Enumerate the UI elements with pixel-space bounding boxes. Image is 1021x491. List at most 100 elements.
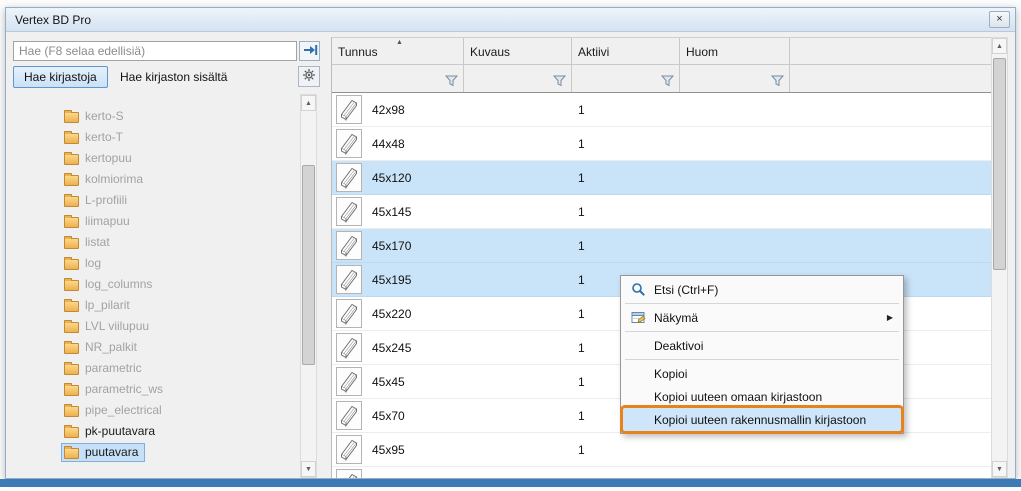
tree-item[interactable]: log xyxy=(13,253,300,274)
tree-item-content: kertopuu xyxy=(61,149,139,168)
filter-cell[interactable] xyxy=(680,65,790,92)
settings-button[interactable] xyxy=(298,66,320,87)
table-row[interactable]: 45x1201 xyxy=(332,161,991,195)
tree-item[interactable]: liimapuu xyxy=(13,211,300,232)
column-header-aktiivi[interactable]: Aktiivi xyxy=(572,38,680,64)
table-row[interactable]: 45x145 1 xyxy=(332,195,991,229)
table-row[interactable] xyxy=(332,467,991,478)
cell-tunnus: 45x95 xyxy=(362,443,462,457)
filter-funnel-icon[interactable] xyxy=(553,75,566,87)
scrollbar-thumb[interactable] xyxy=(993,58,1006,270)
table-scrollbar[interactable]: ▲ ▼ xyxy=(991,37,1008,478)
cell-tunnus: 45x170 xyxy=(362,239,462,253)
filter-cell[interactable] xyxy=(572,65,680,92)
tree-item[interactable]: parametric_ws xyxy=(13,379,300,400)
plank-icon xyxy=(336,231,362,260)
filter-funnel-icon[interactable] xyxy=(661,75,674,87)
tree-item-content: log xyxy=(61,254,108,273)
tree-item-label: kerto-T xyxy=(85,130,123,144)
tree-item[interactable]: parametric xyxy=(13,358,300,379)
menu-item[interactable]: Deaktivoi xyxy=(623,334,901,357)
folder-icon xyxy=(64,112,79,123)
scroll-up-icon[interactable]: ▲ xyxy=(301,95,316,111)
filter-cell[interactable] xyxy=(464,65,572,92)
vertex-dialog-window: Vertex BD Pro × Hae kirjastoja Hae kirja… xyxy=(5,7,1016,479)
tree-item[interactable]: pipe_electrical xyxy=(13,400,300,421)
tree-item-content: pipe_electrical xyxy=(61,401,169,420)
search-go-button[interactable] xyxy=(299,41,320,61)
tree-item-label: lp_pilarit xyxy=(85,298,130,312)
table-row[interactable]: 45x1701 xyxy=(332,229,991,263)
cell-aktiivi: 1 xyxy=(570,103,678,117)
scrollbar-thumb[interactable] xyxy=(302,165,315,365)
menu-item[interactable]: Kopioi uuteen rakennusmallin kirjastoon xyxy=(623,408,901,431)
close-button[interactable]: × xyxy=(989,11,1010,28)
tree-item[interactable]: log_columns xyxy=(13,274,300,295)
cell-tunnus: 45x145 xyxy=(362,205,462,219)
column-header-kuvaus[interactable]: Kuvaus xyxy=(464,38,572,64)
background-window-edge xyxy=(0,479,1021,487)
filter-cell[interactable] xyxy=(332,65,464,92)
tree-item[interactable]: kerto-S xyxy=(13,106,300,127)
menu-item[interactable]: Kopioi xyxy=(623,362,901,385)
search-input[interactable] xyxy=(13,41,297,61)
tree-item[interactable]: kerto-T xyxy=(13,127,300,148)
menu-item[interactable]: Näkymä▶ xyxy=(623,306,901,329)
tree-item[interactable]: NR_palkit xyxy=(13,337,300,358)
folder-icon xyxy=(64,154,79,165)
cell-aktiivi: 1 xyxy=(570,205,678,219)
tree-item-content: liimapuu xyxy=(61,212,137,231)
scroll-down-icon[interactable]: ▼ xyxy=(992,461,1007,477)
tree-item-label: liimapuu xyxy=(85,214,130,228)
tree-item[interactable]: LVL viilupuu xyxy=(13,316,300,337)
tree-item-content: pk-puutavara xyxy=(61,422,162,441)
cell-aktiivi: 1 xyxy=(570,443,678,457)
tree-item-label: puutavara xyxy=(85,445,138,459)
table-row[interactable]: 42x981 xyxy=(332,93,991,127)
tree-item-content: puutavara xyxy=(61,443,145,462)
tree-item[interactable]: listat xyxy=(13,232,300,253)
column-header-huom[interactable]: Huom xyxy=(680,38,790,64)
tree-item-content: kolmiorima xyxy=(61,170,150,189)
desktop: Vertex BD Pro × Hae kirjastoja Hae kirja… xyxy=(0,0,1021,491)
tree-item-label: pk-puutavara xyxy=(85,424,155,438)
tab-hae-kirjaston-sisalta[interactable]: Hae kirjaston sisältä xyxy=(114,66,233,88)
tab-hae-kirjastoja[interactable]: Hae kirjastoja xyxy=(13,66,108,88)
tree-item-content: kerto-S xyxy=(61,107,131,126)
menu-item[interactable]: Kopioi uuteen omaan kirjastoon xyxy=(623,385,901,408)
titlebar[interactable]: Vertex BD Pro × xyxy=(6,8,1015,32)
filter-funnel-icon[interactable] xyxy=(771,75,784,87)
tree-item[interactable]: kertopuu xyxy=(13,148,300,169)
folder-icon xyxy=(64,259,79,270)
tree-item[interactable]: lp_pilarit xyxy=(13,295,300,316)
cell-aktiivi: 1 xyxy=(570,171,678,185)
scroll-up-icon[interactable]: ▲ xyxy=(992,38,1007,54)
tree-item-content: lp_pilarit xyxy=(61,296,137,315)
cell-tunnus: 45x70 xyxy=(362,409,462,423)
table-row[interactable]: 45x95 1 xyxy=(332,433,991,467)
context-menu: Etsi (Ctrl+F)Näkymä▶DeaktivoiKopioiKopio… xyxy=(620,275,904,434)
scroll-down-icon[interactable]: ▼ xyxy=(301,461,316,477)
tree-item[interactable]: kolmiorima xyxy=(13,169,300,190)
tree-scrollbar[interactable]: ▲ ▼ xyxy=(300,94,317,478)
tree-item-label: listat xyxy=(85,235,110,249)
filter-funnel-icon[interactable] xyxy=(445,75,458,87)
folder-icon xyxy=(64,280,79,291)
view-icon xyxy=(626,311,650,325)
tree-item-label: kerto-S xyxy=(85,109,124,123)
column-header-label: Tunnus xyxy=(338,45,378,59)
tree-item-content: NR_palkit xyxy=(61,338,144,357)
tree-item[interactable]: puutavara xyxy=(13,442,300,463)
column-header-label: Aktiivi xyxy=(578,45,609,59)
tree-item[interactable]: L-profiili xyxy=(13,190,300,211)
column-header-tunnus[interactable]: Tunnus▲ xyxy=(332,38,464,64)
menu-item[interactable]: Etsi (Ctrl+F) xyxy=(623,278,901,301)
tree-item-content: LVL viilupuu xyxy=(61,317,156,336)
folder-icon xyxy=(64,175,79,186)
cell-tunnus: 45x220 xyxy=(362,307,462,321)
tree-item[interactable]: pk-puutavara xyxy=(13,421,300,442)
folder-icon xyxy=(64,343,79,354)
tree-item-content: parametric xyxy=(61,359,149,378)
plank-icon xyxy=(336,435,362,464)
table-row[interactable]: 44x481 xyxy=(332,127,991,161)
